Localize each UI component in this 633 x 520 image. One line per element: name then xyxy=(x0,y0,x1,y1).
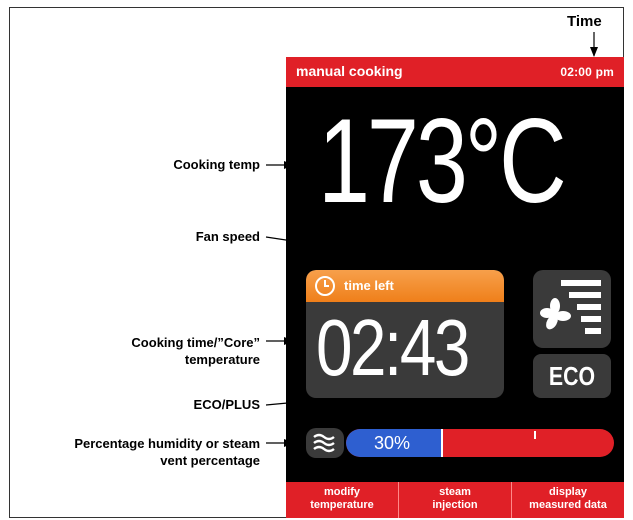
modify-temperature-line2: temperature xyxy=(310,499,374,511)
bottom-button-bar: modify temperature steam injection displ… xyxy=(286,482,624,518)
timer-value: 02:43 xyxy=(316,303,470,392)
clock-icon xyxy=(315,276,335,296)
steam-injection-button[interactable]: steam injection xyxy=(399,482,512,518)
timer-label: time left xyxy=(344,278,394,293)
display-measured-data-line2: measured data xyxy=(529,499,607,511)
top-bar: manual cooking 02:00 pm xyxy=(286,57,624,87)
cooking-temperature[interactable]: 173°C xyxy=(318,101,567,221)
fan-icon xyxy=(540,280,601,334)
humidity-fill: 30% xyxy=(346,429,444,457)
steam-injection-line2: injection xyxy=(432,499,478,511)
oven-screen: manual cooking 02:00 pm 173°C time left … xyxy=(286,57,624,518)
eco-label: ECO xyxy=(548,361,596,391)
humidity-button[interactable] xyxy=(306,428,344,458)
humidity-slider[interactable]: 30% xyxy=(346,429,614,457)
modify-temperature-button[interactable]: modify temperature xyxy=(286,482,399,518)
timer-panel[interactable]: time left 02:43 xyxy=(306,270,504,398)
humidity-setpoint-tick xyxy=(534,431,536,439)
clock-display: 02:00 pm xyxy=(560,65,614,79)
mode-title: manual cooking xyxy=(296,63,403,79)
humidity-value: 30% xyxy=(374,433,411,453)
fan-speed-button[interactable] xyxy=(533,270,611,348)
modify-temperature-line1: modify xyxy=(323,486,361,498)
timer-header: time left xyxy=(306,270,504,302)
eco-button[interactable]: ECO xyxy=(533,354,611,398)
steam-injection-line1: steam xyxy=(439,486,471,498)
steam-waves-icon xyxy=(313,433,335,453)
display-measured-data-line1: display xyxy=(549,486,587,498)
display-measured-data-button[interactable]: display measured data xyxy=(512,482,624,518)
